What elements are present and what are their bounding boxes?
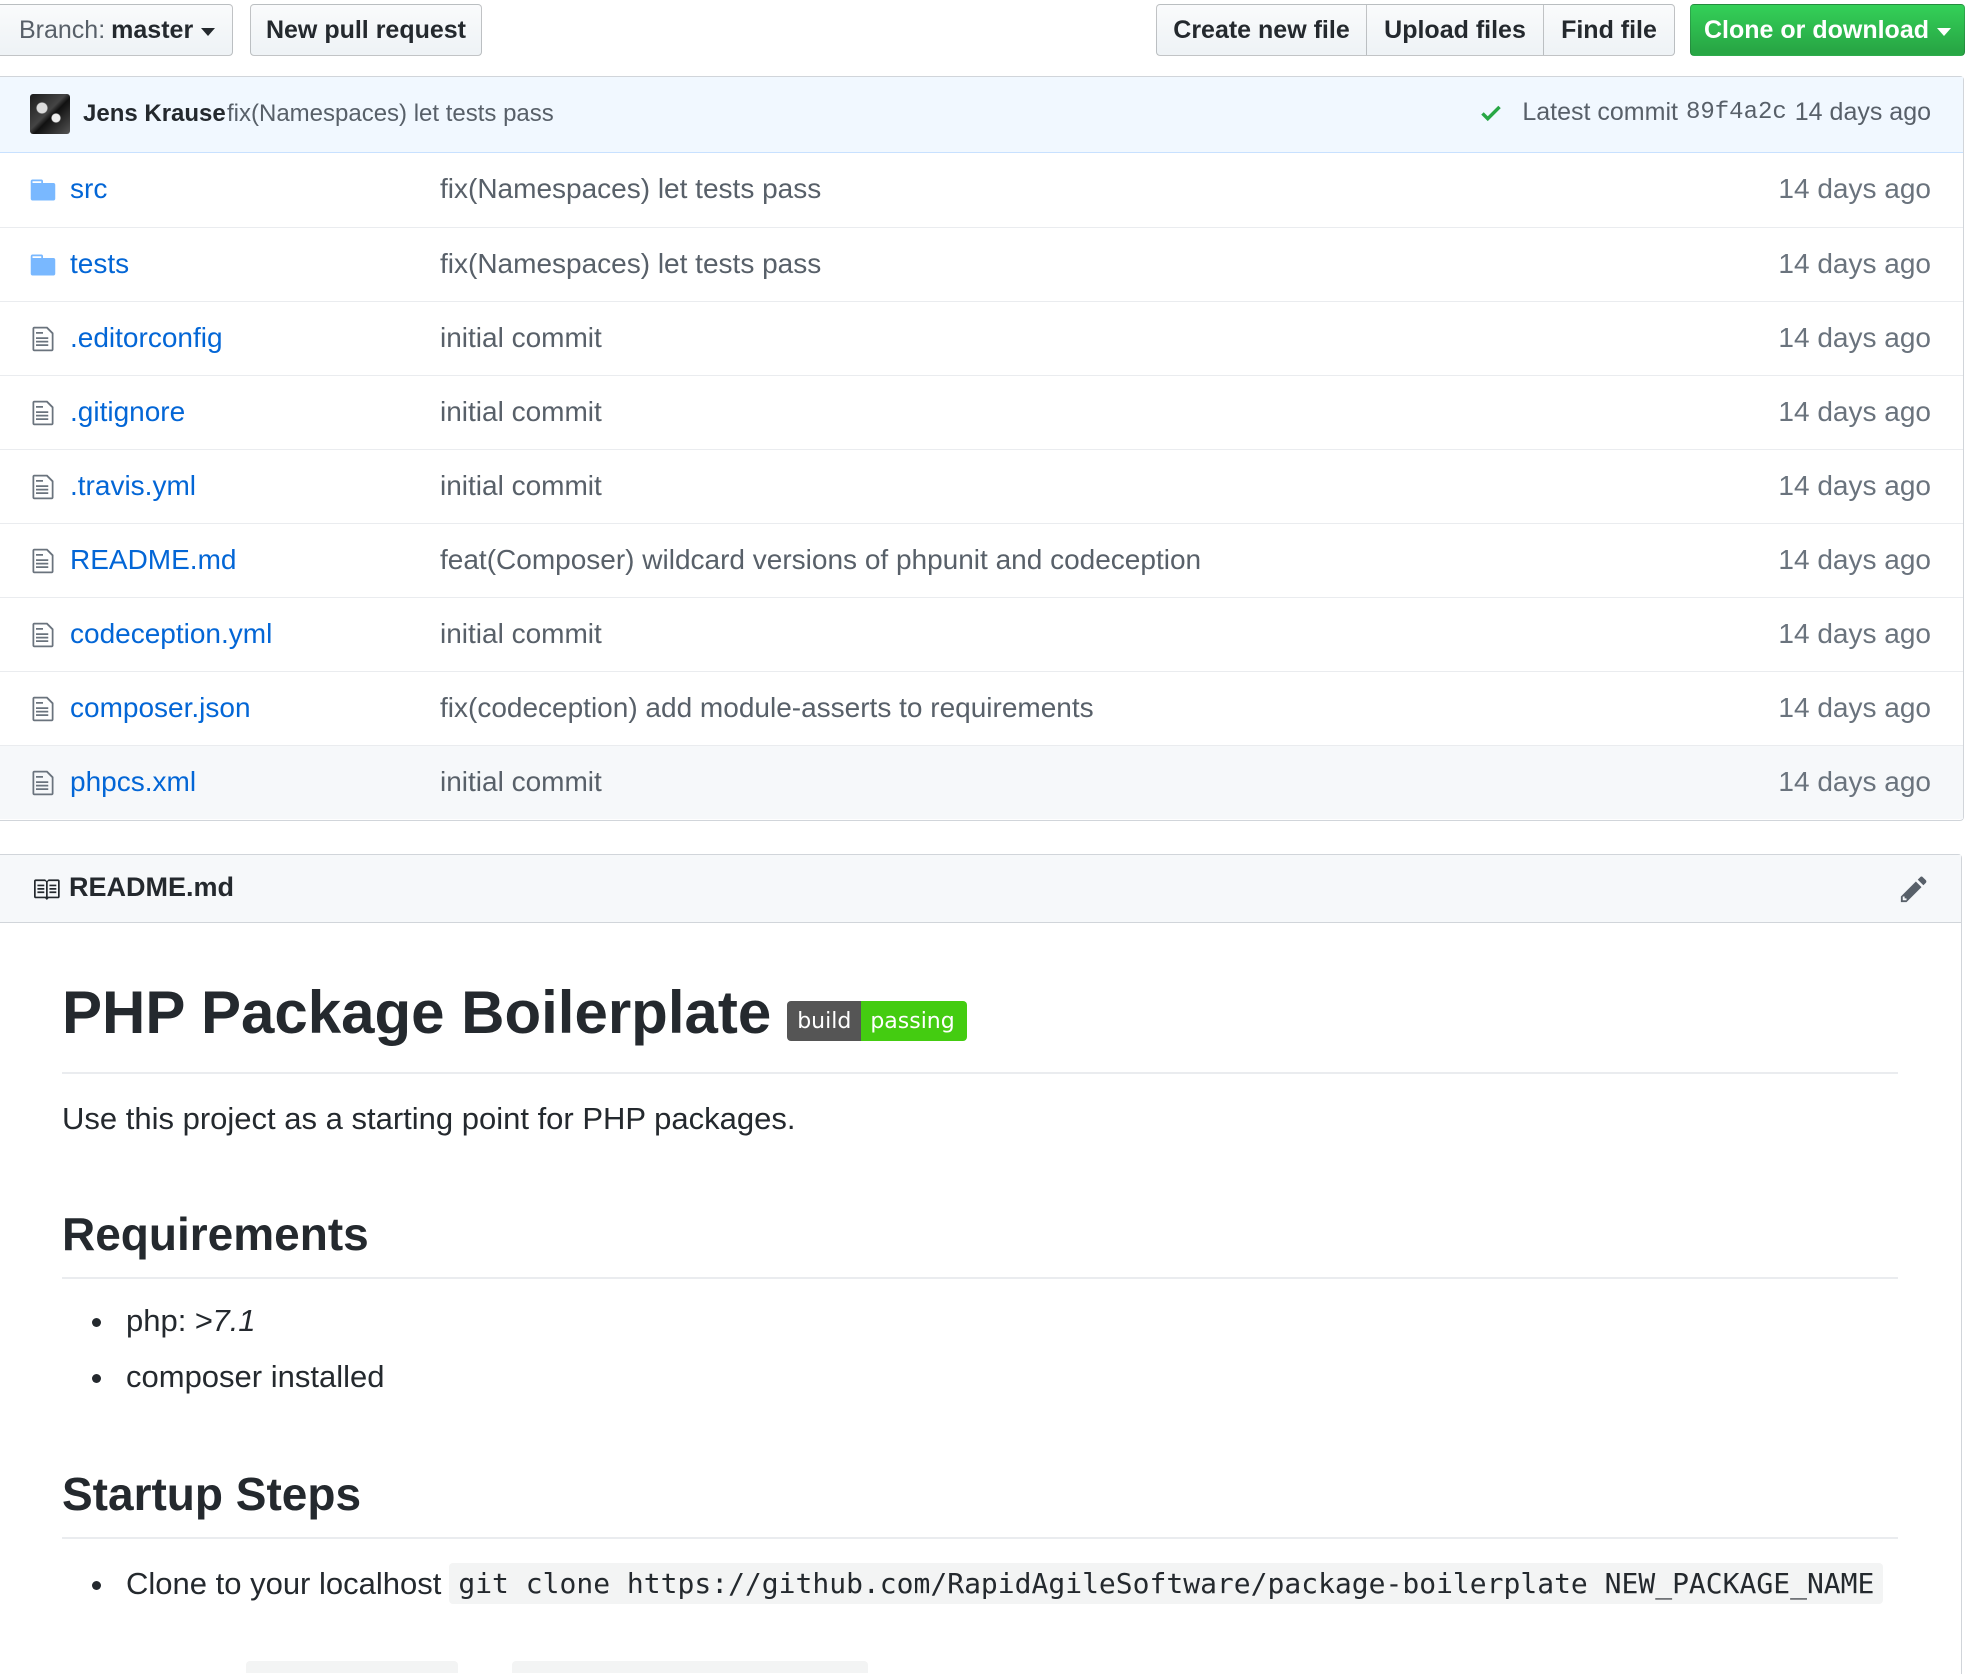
- file-age: 14 days ago: [1778, 692, 1931, 723]
- next-step-code-snippet: [512, 1661, 868, 1673]
- file-commit-message-link[interactable]: initial commit: [440, 322, 602, 354]
- table-row: .gitignore initial commit 14 days ago: [0, 375, 1963, 449]
- file-commit-message-link[interactable]: fix(Namespaces) let tests pass: [440, 173, 821, 205]
- upload-files-button[interactable]: Upload files: [1367, 4, 1544, 56]
- caret-down-icon: [1937, 27, 1951, 36]
- readme-heading: PHP Package Boilerplate: [62, 979, 772, 1046]
- branch-select-button[interactable]: Branch: master: [0, 4, 233, 56]
- readme-intro: Use this project as a starting point for…: [62, 1101, 796, 1136]
- php-version: >7.1: [194, 1303, 256, 1338]
- badge-label: build: [787, 1001, 862, 1041]
- file-name-link[interactable]: src: [70, 173, 107, 205]
- branch-prefix-label: Branch:: [19, 15, 106, 44]
- new-pull-request-button[interactable]: New pull request: [250, 4, 482, 56]
- table-row: src fix(Namespaces) let tests pass 14 days…: [0, 153, 1963, 227]
- readme-filename[interactable]: README.md: [69, 872, 234, 903]
- clone-or-download-label: Clone or download: [1704, 15, 1929, 44]
- file-age: 14 days ago: [1778, 173, 1931, 204]
- file-navigation-toolbar: Branch: master New pull request Create n…: [0, 0, 1966, 60]
- commit-age: 14 days ago: [1794, 98, 1931, 126]
- startup-steps-heading: Startup Steps: [62, 1471, 1898, 1539]
- table-row: phpcs.xml initial commit 14 days ago: [0, 745, 1963, 819]
- latest-commit-bar: Jens Krause fix(Namespaces) let tests pa…: [0, 77, 1963, 153]
- readme-title-row: PHP Package Boilerplate build passing: [62, 983, 1898, 1074]
- readme-header: README.md: [0, 855, 1961, 923]
- file-icon: [32, 400, 54, 426]
- file-commit-message-link[interactable]: initial commit: [440, 618, 602, 650]
- file-age: 14 days ago: [1778, 248, 1931, 279]
- file-icon: [32, 770, 54, 796]
- latest-commit-label: Latest commit: [1522, 98, 1678, 126]
- caret-down-icon: [201, 27, 216, 36]
- table-row: README.md feat(Composer) wildcard version…: [0, 523, 1963, 597]
- file-list: src fix(Namespaces) let tests pass 14 days…: [0, 153, 1963, 819]
- file-name-link[interactable]: phpcs.xml: [70, 766, 196, 798]
- file-commit-message-link[interactable]: initial commit: [440, 766, 602, 798]
- commit-sha-link[interactable]: 89f4a2c: [1686, 99, 1787, 126]
- book-icon: [34, 879, 60, 900]
- file-name-link[interactable]: composer.json: [70, 692, 251, 724]
- file-icon: [32, 474, 54, 500]
- table-row: codeception.yml initial commit 14 days ago: [0, 597, 1963, 671]
- file-icon: [32, 548, 54, 574]
- build-status-badge[interactable]: build passing: [787, 1001, 967, 1041]
- file-age: 14 days ago: [1778, 766, 1931, 797]
- commit-message-link[interactable]: fix(Namespaces) let tests pass: [227, 100, 554, 128]
- file-commit-message-link[interactable]: initial commit: [440, 396, 602, 428]
- create-new-file-button[interactable]: Create new file: [1156, 4, 1367, 56]
- avatar[interactable]: [30, 94, 70, 134]
- table-row: tests fix(Namespaces) let tests pass 14 da…: [0, 227, 1963, 301]
- file-name-link[interactable]: .editorconfig: [70, 322, 223, 354]
- list-item-composer: composer installed: [91, 1359, 385, 1395]
- file-icon: [32, 696, 54, 722]
- readme-box: README.md PHP Package Boilerplate build …: [0, 854, 1962, 1674]
- latest-commit-info: Latest commit 89f4a2c 14 days ago: [1478, 98, 1931, 127]
- list-item-php: php: >7.1: [92, 1303, 256, 1339]
- file-name-link[interactable]: README.md: [70, 544, 236, 576]
- folder-icon: [30, 254, 56, 276]
- file-icon: [32, 326, 54, 352]
- check-icon: [1481, 105, 1502, 121]
- badge-status: passing: [861, 1001, 967, 1041]
- table-row: .travis.yml initial commit 14 days ago: [0, 449, 1963, 523]
- clone-or-download-button[interactable]: Clone or download: [1690, 4, 1965, 56]
- file-age: 14 days ago: [1778, 618, 1931, 649]
- pencil-icon[interactable]: [1899, 874, 1929, 904]
- file-actions-group: Create new file Upload files Find file: [1156, 4, 1675, 56]
- commit-author-link[interactable]: Jens Krause: [83, 100, 226, 128]
- file-name-link[interactable]: .travis.yml: [70, 470, 196, 502]
- file-icon: [32, 622, 54, 648]
- list-item-clone: Clone to your localhost git clone https:…: [91, 1563, 1884, 1604]
- branch-name-label: master: [111, 15, 194, 44]
- next-step-code-snippet: [246, 1661, 458, 1673]
- clone-step-label: Clone to your localhost: [126, 1565, 442, 1601]
- file-commit-message-link[interactable]: fix(codeception) add module-asserts to r…: [440, 692, 1094, 724]
- table-row: composer.json fix(codeception) add module…: [0, 671, 1963, 745]
- folder-icon: [30, 179, 56, 201]
- file-age: 14 days ago: [1778, 322, 1931, 353]
- file-list-box: Jens Krause fix(Namespaces) let tests pa…: [0, 76, 1964, 821]
- file-name-link[interactable]: .gitignore: [70, 396, 185, 428]
- file-commit-message-link[interactable]: fix(Namespaces) let tests pass: [440, 248, 821, 280]
- table-row: .editorconfig initial commit 14 days ago: [0, 301, 1963, 375]
- clone-command-code: git clone https://github.com/RapidAgileS…: [449, 1563, 1884, 1604]
- composer-requirement: composer installed: [126, 1359, 385, 1394]
- file-commit-message-link[interactable]: initial commit: [440, 470, 602, 502]
- file-age: 14 days ago: [1778, 396, 1931, 427]
- requirements-heading: Requirements: [62, 1211, 1898, 1279]
- file-age: 14 days ago: [1778, 470, 1931, 501]
- file-age: 14 days ago: [1778, 544, 1931, 575]
- file-commit-message-link[interactable]: feat(Composer) wildcard versions of phpu…: [440, 544, 1201, 576]
- file-name-link[interactable]: codeception.yml: [70, 618, 272, 650]
- find-file-button[interactable]: Find file: [1544, 4, 1675, 56]
- php-label: php:: [126, 1303, 187, 1338]
- file-name-link[interactable]: tests: [70, 248, 129, 280]
